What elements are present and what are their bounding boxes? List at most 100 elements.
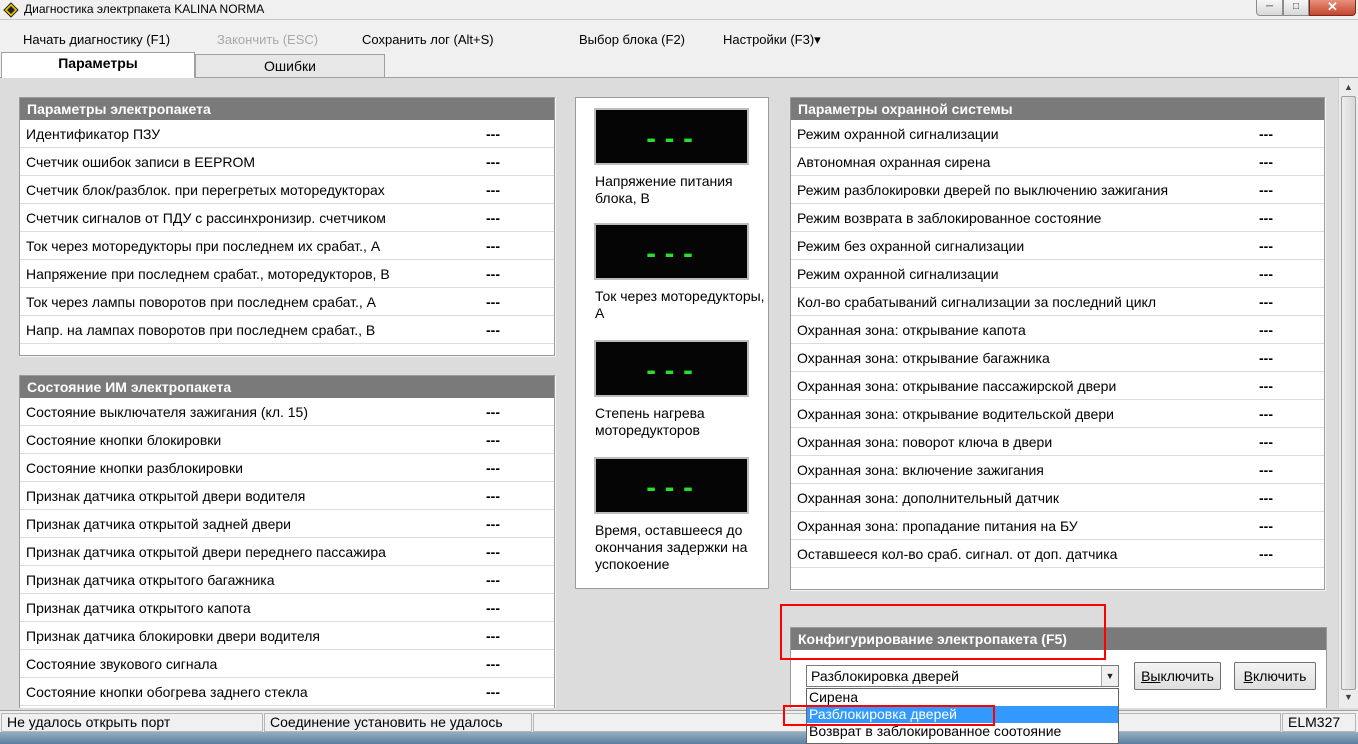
param-label: Режим охранной сигнализации (797, 126, 999, 142)
param-value: --- (486, 126, 500, 142)
config-dropdown-list[interactable]: Сирена Разблокировка дверей Возврат в за… (806, 688, 1119, 744)
dropdown-option-unlock-doors[interactable]: Разблокировка дверей (807, 706, 1118, 723)
heat-gauge: --- (594, 340, 749, 397)
param-value: --- (486, 432, 500, 448)
param-label: Состояние звукового сигнала (26, 656, 218, 672)
param-label: Охранная зона: дополнительный датчик (797, 490, 1059, 506)
scroll-down-icon[interactable]: ▼ (1341, 690, 1356, 705)
param-value: --- (1259, 546, 1273, 562)
param-label: Признак датчика открытой двери водителя (26, 488, 306, 504)
param-label: Состояние кнопки разблокировки (26, 460, 243, 476)
save-log-menu[interactable]: Сохранить лог (Alt+S) (362, 32, 494, 47)
param-label: Охранная зона: включение зажигания (797, 462, 1044, 478)
status-bar: Не удалось открыть порт Соединение устан… (0, 710, 1358, 732)
security-params-title: Параметры охранной системы (791, 98, 1324, 120)
disable-button-label: ключить (1160, 668, 1214, 684)
param-label: Идентификатор ПЗУ (26, 126, 161, 142)
param-row: Счетчик ошибок записи в EEPROM --- (20, 148, 554, 176)
scroll-thumb[interactable] (1341, 96, 1356, 690)
gauges-panel: --- Напряжение питания блока, В --- Ток … (575, 97, 769, 589)
param-row: Признак датчика открытого багажника --- (20, 566, 554, 594)
param-value: --- (1259, 378, 1273, 394)
im-state-title: Состояние ИМ электропакета (20, 376, 554, 398)
param-value: --- (486, 266, 500, 282)
chevron-down-icon[interactable]: ▼ (1101, 666, 1118, 686)
param-label: Состояние кнопки обогрева заднего стекла (26, 684, 308, 700)
param-value: --- (1259, 322, 1273, 338)
enable-button-accel: В (1243, 668, 1253, 684)
param-value: --- (486, 656, 500, 672)
param-row: Напряжение при последнем срабат., моторе… (20, 260, 554, 288)
config-title: Конфигурирование электропакета (F5) (791, 628, 1326, 650)
scroll-up-icon[interactable]: ▲ (1341, 80, 1356, 95)
minimize-button[interactable]: ─ (1256, 0, 1283, 16)
param-label: Ток через моторедукторы при последнем их… (26, 238, 381, 254)
param-value: --- (1259, 294, 1273, 310)
param-row: Состояние кнопки разблокировки --- (20, 454, 554, 482)
param-value: --- (486, 516, 500, 532)
param-value: --- (1259, 350, 1273, 366)
param-row: Охранная зона: открывание багажника --- (791, 344, 1324, 372)
param-label: Напр. на лампах поворотов при последнем … (26, 322, 376, 338)
param-row: Признак датчика открытой двери переднего… (20, 538, 554, 566)
param-value: --- (486, 460, 500, 476)
param-row: Состояние выключателя зажигания (кл. 15)… (20, 398, 554, 426)
adapter-status: ELM327 (1282, 713, 1356, 732)
param-row: Идентификатор ПЗУ --- (20, 120, 554, 148)
param-label: Оставшееся кол-во сраб. сигнал. от доп. … (797, 546, 1118, 562)
param-value: --- (1259, 154, 1273, 170)
param-label: Признак датчика блокировки двери водител… (26, 628, 320, 644)
menu-bar: Начать диагностику (F1) Закончить (ESC) … (0, 20, 1358, 54)
parameters-tab-content: Параметры электропакета Идентификатор ПЗ… (2, 78, 1338, 708)
tab-errors[interactable]: Ошибки (195, 54, 385, 78)
param-row: Оставшееся кол-во сраб. сигнал. от доп. … (791, 540, 1324, 568)
param-value: --- (1259, 490, 1273, 506)
param-label: Режим разблокировки дверей по выключению… (797, 182, 1169, 198)
param-label: Признак датчика открытой задней двери (26, 516, 291, 532)
param-value: --- (1259, 238, 1273, 254)
param-row: Счетчик блок/разблок. при перегретых мот… (20, 176, 554, 204)
param-value: --- (486, 322, 500, 338)
param-row: Охранная зона: открывание водительской д… (791, 400, 1324, 428)
param-value: --- (486, 154, 500, 170)
param-value: --- (486, 684, 500, 700)
param-row: Охранная зона: включение зажигания --- (791, 456, 1324, 484)
close-button[interactable]: ✕ (1309, 0, 1356, 16)
maximize-button[interactable]: □ (1283, 0, 1309, 16)
param-label: Счетчик ошибок записи в EEPROM (26, 154, 256, 170)
param-label: Охранная зона: открывание пассажирской д… (797, 378, 1117, 394)
vertical-scrollbar[interactable]: ▲ ▼ (1338, 78, 1358, 708)
enable-button[interactable]: Включить (1234, 662, 1316, 690)
param-label: Счетчик блок/разблок. при перегретых мот… (26, 182, 385, 198)
finish-menu[interactable]: Закончить (ESC) (217, 32, 318, 47)
delay-gauge-label: Время, оставшееся до окончания задержки … (595, 522, 748, 572)
config-select[interactable]: Разблокировка дверей ▼ (806, 665, 1119, 687)
select-block-menu[interactable]: Выбор блока (F2) (579, 32, 685, 47)
param-label: Счетчик сигналов от ПДУ с рассинхронизир… (26, 210, 386, 226)
param-row: Счетчик сигналов от ПДУ с рассинхронизир… (20, 204, 554, 232)
param-row: Кол-во срабатываний сигнализации за посл… (791, 288, 1324, 316)
param-row: Охранная зона: открывание пассажирской д… (791, 372, 1324, 400)
electro-params-panel: Параметры электропакета Идентификатор ПЗ… (19, 97, 555, 356)
param-row: Режим охранной сигнализации --- (791, 260, 1324, 288)
param-label: Режим охранной сигнализации (797, 266, 999, 282)
param-value: --- (486, 488, 500, 504)
param-row: Ток через лампы поворотов при последнем … (20, 288, 554, 316)
start-diagnostics-menu[interactable]: Начать диагностику (F1) (23, 32, 170, 47)
delay-gauge: --- (594, 457, 749, 514)
dropdown-option-relock[interactable]: Возврат в заблокированное соотояние (807, 723, 1118, 740)
settings-menu[interactable]: Настройки (F3)▾ (723, 32, 821, 48)
param-value: --- (486, 294, 500, 310)
param-value: --- (1259, 462, 1273, 478)
param-label: Состояние кнопки блокировки (26, 432, 222, 448)
title-bar: Диагностика электрпакета KALINA NORMA ─ … (0, 0, 1358, 20)
param-label: Режим без охранной сигнализации (797, 238, 1025, 254)
tab-parameters[interactable]: Параметры (1, 52, 195, 78)
dropdown-option-siren[interactable]: Сирена (807, 689, 1118, 706)
disable-button[interactable]: Выключить (1134, 662, 1221, 690)
param-row: Охранная зона: открывание капота --- (791, 316, 1324, 344)
taskbar (0, 732, 1358, 744)
param-label: Кол-во срабатываний сигнализации за посл… (797, 294, 1156, 310)
param-row: Ток через моторедукторы при последнем их… (20, 232, 554, 260)
param-row: Режим охранной сигнализации --- (791, 120, 1324, 148)
